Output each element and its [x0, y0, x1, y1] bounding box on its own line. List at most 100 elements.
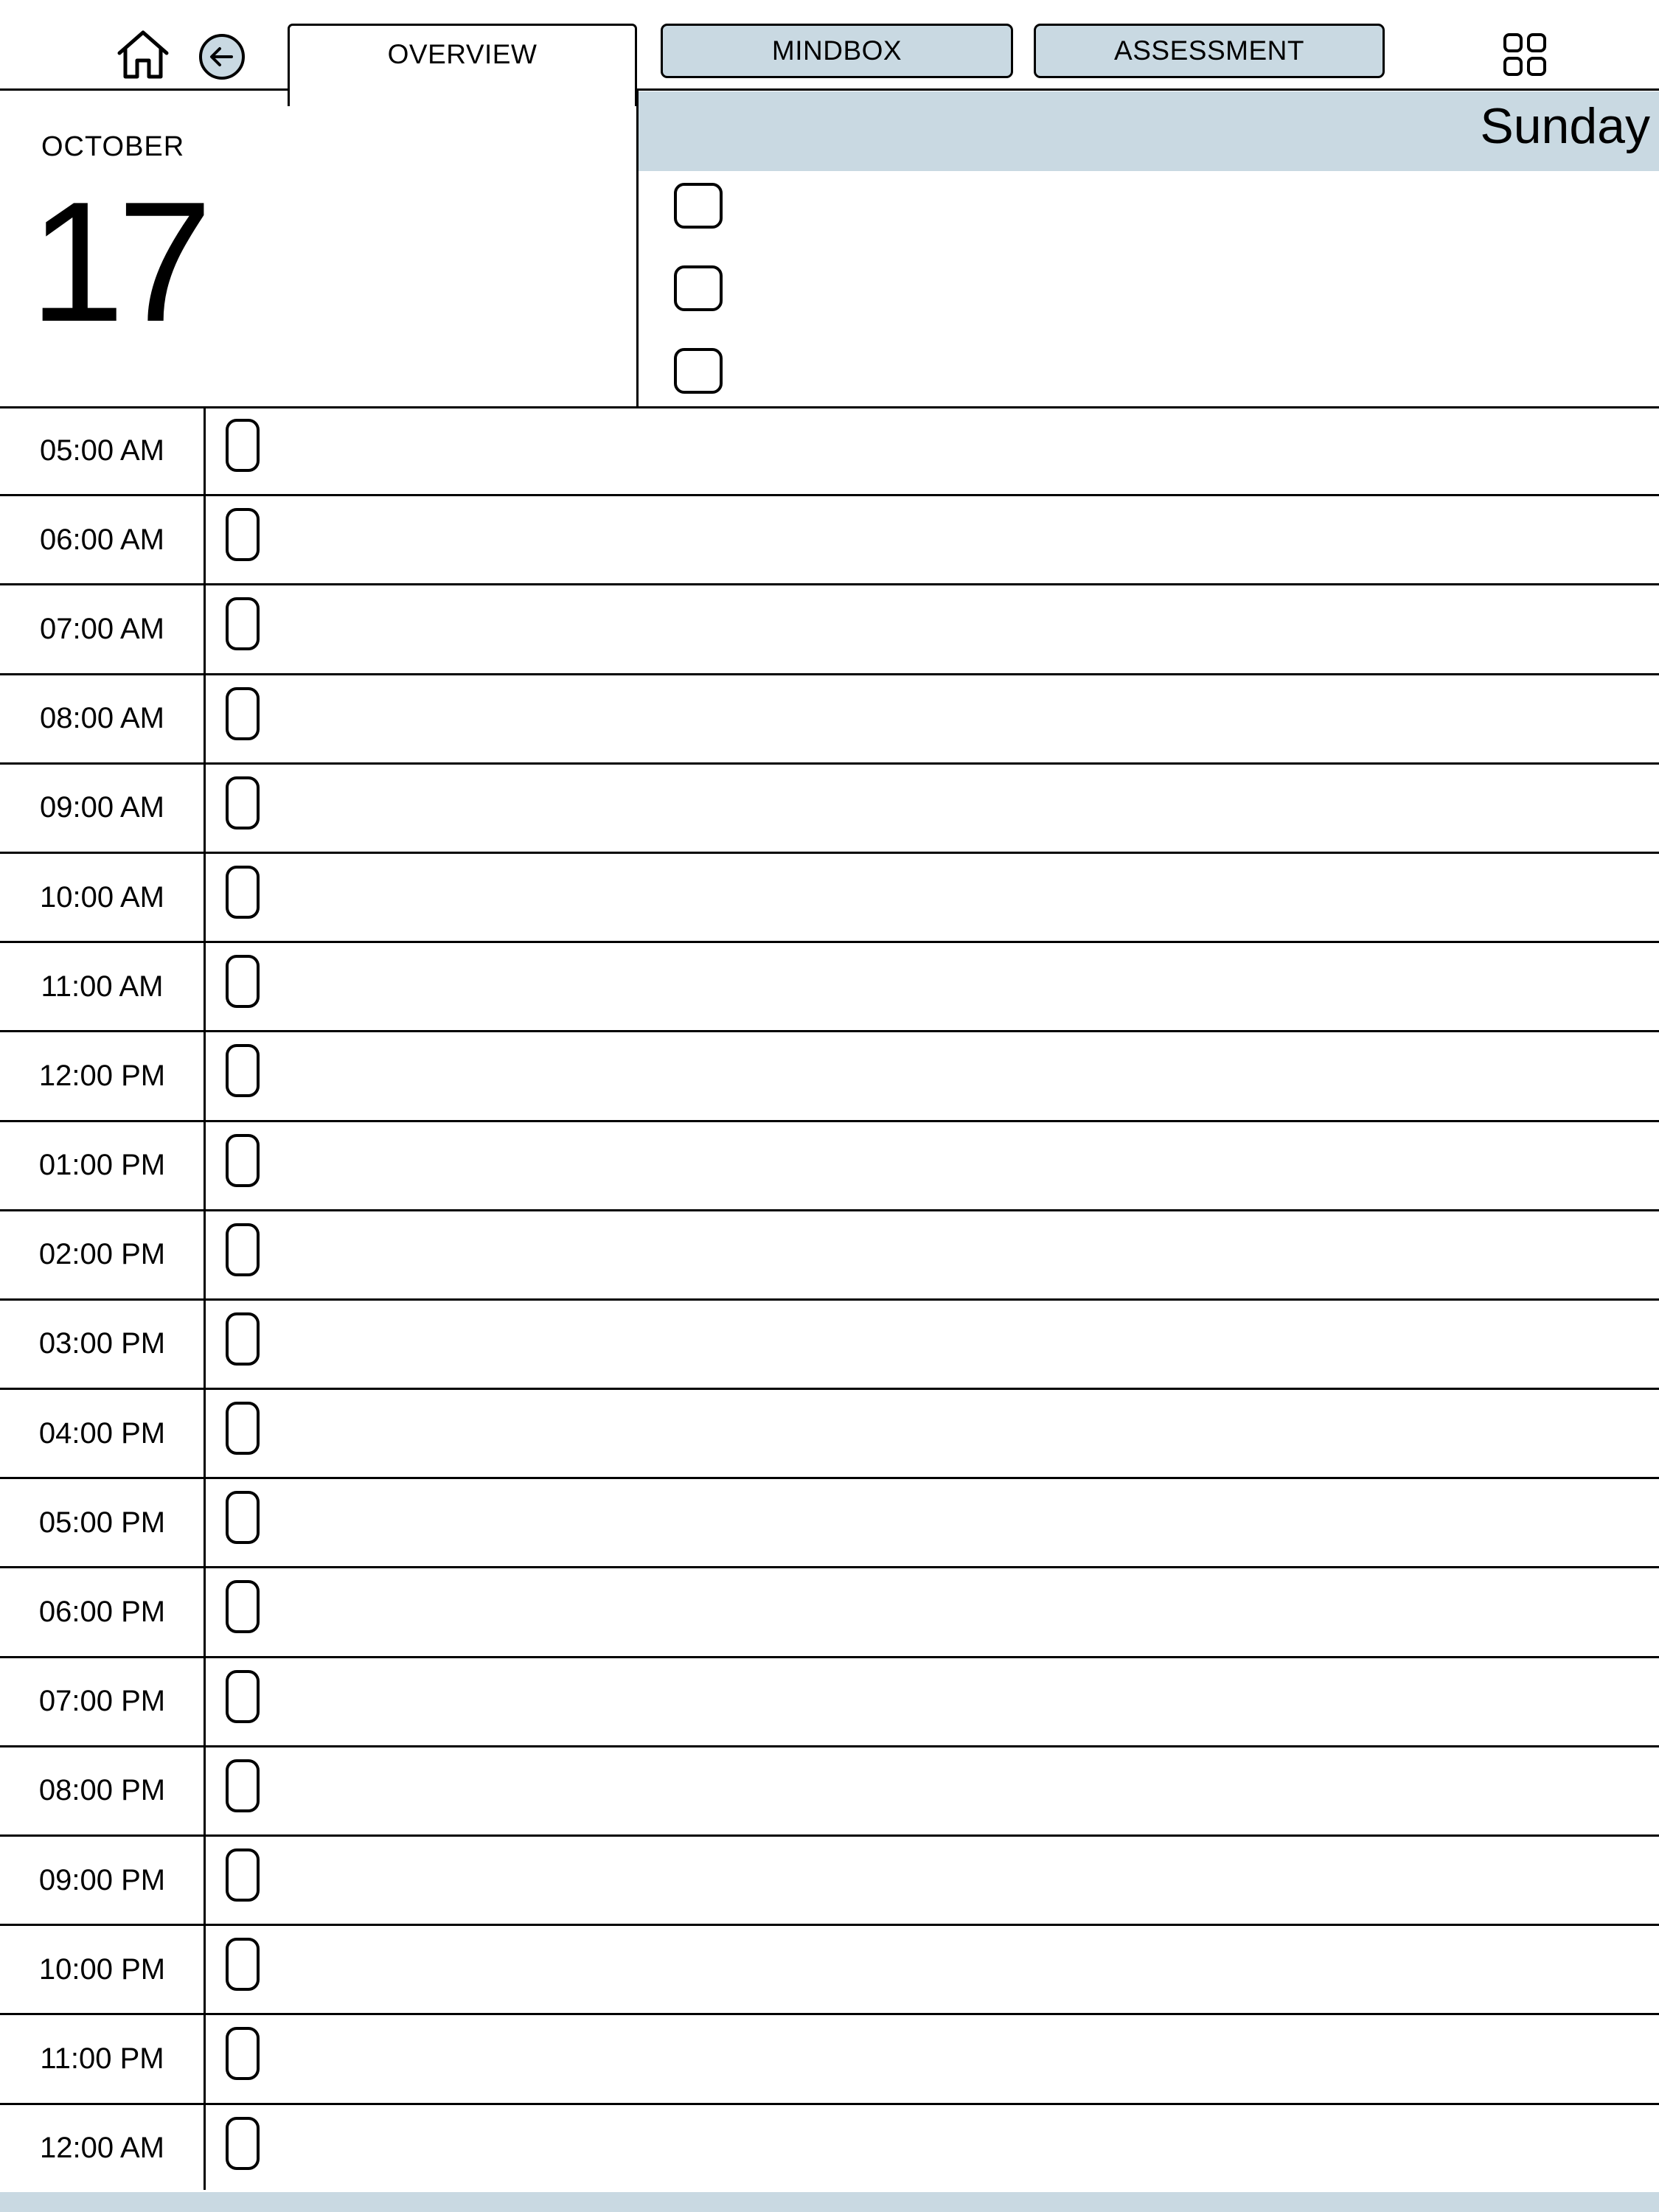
- top-task-checkbox[interactable]: [674, 265, 723, 311]
- schedule-row: 05:00 PM: [0, 1479, 1659, 1569]
- schedule-checkbox[interactable]: [226, 776, 260, 830]
- schedule-entry-field[interactable]: [206, 1568, 1659, 1655]
- tab-overview[interactable]: OVERVIEW: [288, 24, 637, 106]
- schedule-row: 06:00 PM: [0, 1568, 1659, 1658]
- top-task-checkbox[interactable]: [674, 348, 723, 394]
- weekday-label: Sunday: [1480, 98, 1650, 154]
- header-divider-left: [0, 88, 289, 91]
- schedule-checkbox[interactable]: [226, 1402, 260, 1455]
- schedule-entry-field[interactable]: [206, 407, 1659, 494]
- schedule-row: 08:00 PM: [0, 1747, 1659, 1837]
- schedule-entry-field[interactable]: [206, 943, 1659, 1030]
- schedule-entry-field[interactable]: [206, 1211, 1659, 1298]
- schedule-row: 11:00 PM: [0, 2015, 1659, 2105]
- bottom-bar: [0, 2192, 1659, 2212]
- schedule-row: 09:00 AM: [0, 765, 1659, 854]
- time-label: 03:00 PM: [38, 1327, 166, 1360]
- schedule-entry-field[interactable]: [206, 2015, 1659, 2102]
- schedule-checkbox[interactable]: [226, 508, 260, 562]
- hourly-schedule: 05:00 AM 06:00 AM 07:00 AM 08:00 AM 09:00 AM…: [0, 407, 1659, 2194]
- schedule-row: 11:00 AM: [0, 943, 1659, 1033]
- time-label: 11:00 PM: [40, 2042, 164, 2075]
- tab-assessment-label: ASSESSMENT: [1114, 35, 1304, 66]
- schedule-checkbox[interactable]: [226, 955, 260, 1009]
- schedule-row: 06:00 AM: [0, 496, 1659, 586]
- arrow-left-circle-icon[interactable]: [198, 32, 246, 81]
- weekday-bar: Sunday: [639, 91, 1659, 171]
- schedule-entry-field[interactable]: [206, 1658, 1659, 1745]
- grid-icon[interactable]: [1501, 31, 1548, 78]
- schedule-row: 07:00 AM: [0, 585, 1659, 675]
- time-label: 08:00 PM: [38, 1774, 166, 1807]
- time-label: 01:00 PM: [38, 1149, 166, 1182]
- schedule-entry-field[interactable]: [206, 585, 1659, 672]
- time-label: 05:00 PM: [38, 1506, 166, 1539]
- schedule-entry-field[interactable]: [206, 1390, 1659, 1477]
- schedule-row: 10:00 PM: [0, 1926, 1659, 2016]
- tab-mindbox-label: MINDBOX: [771, 35, 902, 66]
- schedule-checkbox[interactable]: [226, 1044, 260, 1098]
- schedule-row: 08:00 AM: [0, 675, 1659, 765]
- header-divider-right: [637, 88, 1659, 91]
- schedule-row: 09:00 PM: [0, 1837, 1659, 1927]
- schedule-checkbox[interactable]: [226, 1580, 260, 1634]
- time-label: 10:00 PM: [38, 1952, 166, 1986]
- time-label: 07:00 PM: [38, 1685, 166, 1718]
- schedule-checkbox[interactable]: [226, 1669, 260, 1723]
- schedule-row: 03:00 PM: [0, 1301, 1659, 1391]
- time-label: 11:00 AM: [41, 970, 164, 1003]
- schedule-checkbox[interactable]: [226, 2027, 260, 2081]
- time-label: 06:00 AM: [39, 523, 164, 556]
- schedule-entry-field[interactable]: [206, 1926, 1659, 2013]
- schedule-checkbox[interactable]: [226, 1759, 260, 1812]
- schedule-checkbox[interactable]: [226, 865, 260, 919]
- tab-mindbox[interactable]: MINDBOX: [661, 24, 1013, 78]
- time-label: 09:00 PM: [38, 1863, 166, 1896]
- schedule-row: 02:00 PM: [0, 1211, 1659, 1301]
- time-label: 12:00 PM: [38, 1059, 166, 1092]
- schedule-checkbox[interactable]: [226, 686, 260, 740]
- schedule-checkbox[interactable]: [226, 1848, 260, 1902]
- schedule-entry-field[interactable]: [206, 765, 1659, 852]
- schedule-row: 05:00 AM: [0, 407, 1659, 497]
- time-label: 02:00 PM: [38, 1238, 166, 1271]
- time-label: 09:00 AM: [39, 791, 164, 824]
- time-label: 06:00 PM: [38, 1596, 166, 1629]
- schedule-checkbox[interactable]: [226, 419, 260, 472]
- schedule-entry-field[interactable]: [206, 1122, 1659, 1209]
- schedule-entry-field[interactable]: [206, 2105, 1659, 2192]
- schedule-row: 10:00 AM: [0, 854, 1659, 944]
- schedule-checkbox[interactable]: [226, 597, 260, 651]
- schedule-checkbox[interactable]: [226, 1222, 260, 1276]
- schedule-entry-field[interactable]: [206, 1747, 1659, 1834]
- schedule-entry-field[interactable]: [206, 1479, 1659, 1566]
- top-task-checkbox[interactable]: [674, 183, 723, 229]
- schedule-entry-field[interactable]: [206, 854, 1659, 941]
- tab-assessment[interactable]: ASSESSMENT: [1034, 24, 1385, 78]
- schedule-row: 12:00 AM: [0, 2105, 1659, 2194]
- schedule-entry-field[interactable]: [206, 1837, 1659, 1924]
- time-label: 10:00 AM: [39, 880, 164, 914]
- schedule-row: 01:00 PM: [0, 1122, 1659, 1211]
- time-label: 04:00 PM: [38, 1416, 166, 1450]
- schedule-row: 07:00 PM: [0, 1658, 1659, 1747]
- home-icon[interactable]: [115, 28, 171, 81]
- time-label: 12:00 AM: [39, 2132, 164, 2165]
- day-number: 17: [29, 167, 212, 358]
- schedule-checkbox[interactable]: [226, 1938, 260, 1992]
- schedule-row: 12:00 PM: [0, 1032, 1659, 1122]
- time-label: 05:00 AM: [39, 434, 164, 467]
- schedule-entry-field[interactable]: [206, 496, 1659, 583]
- schedule-entry-field[interactable]: [206, 675, 1659, 762]
- time-label: 07:00 AM: [39, 612, 164, 645]
- schedule-checkbox[interactable]: [226, 1312, 260, 1366]
- tab-overview-label: OVERVIEW: [387, 39, 538, 69]
- schedule-checkbox[interactable]: [226, 1133, 260, 1187]
- month-label: OCTOBER: [41, 131, 185, 162]
- schedule-entry-field[interactable]: [206, 1301, 1659, 1388]
- schedule-checkbox[interactable]: [226, 2116, 260, 2170]
- schedule-checkbox[interactable]: [226, 1491, 260, 1545]
- schedule-entry-field[interactable]: [206, 1032, 1659, 1119]
- time-label: 08:00 AM: [39, 702, 164, 735]
- schedule-row: 04:00 PM: [0, 1390, 1659, 1480]
